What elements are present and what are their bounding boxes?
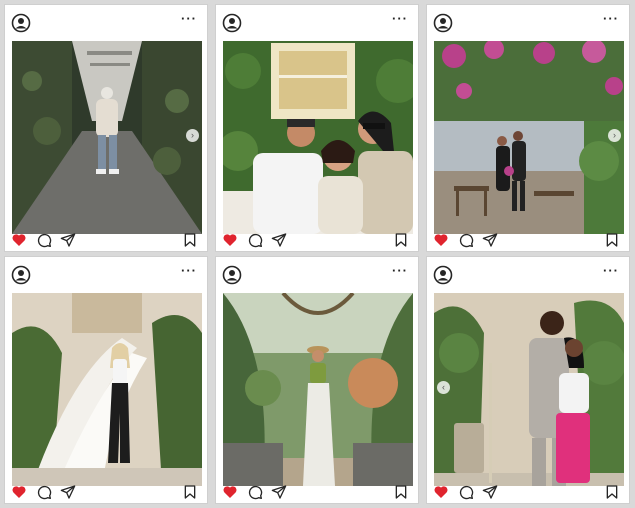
post-card-3: ··· › bbox=[426, 4, 630, 252]
next-image-button[interactable]: › bbox=[186, 129, 199, 142]
comment-bubble-icon[interactable] bbox=[458, 484, 474, 500]
comment-bubble-icon[interactable] bbox=[36, 484, 52, 500]
action-bar bbox=[216, 231, 418, 251]
heart-filled-icon[interactable] bbox=[222, 232, 238, 248]
bookmark-icon[interactable] bbox=[182, 484, 198, 500]
user-circle-icon[interactable] bbox=[11, 265, 31, 285]
bookmark-icon[interactable] bbox=[182, 232, 198, 248]
post-card-2: ··· bbox=[215, 4, 419, 252]
more-dots-icon[interactable]: ··· bbox=[181, 264, 197, 278]
more-dots-icon[interactable]: ··· bbox=[603, 12, 619, 26]
user-circle-icon[interactable] bbox=[222, 13, 242, 33]
user-circle-icon[interactable] bbox=[11, 13, 31, 33]
post-header: ··· bbox=[5, 5, 207, 41]
post-header: ··· bbox=[427, 257, 629, 293]
heart-filled-icon[interactable] bbox=[222, 484, 238, 500]
more-dots-icon[interactable]: ··· bbox=[603, 264, 619, 278]
comment-bubble-icon[interactable] bbox=[36, 232, 52, 248]
paper-plane-icon[interactable] bbox=[60, 232, 76, 248]
action-bar bbox=[427, 483, 629, 503]
action-bar bbox=[216, 483, 418, 503]
prev-image-button[interactable]: ‹ bbox=[437, 381, 450, 394]
action-bar bbox=[427, 231, 629, 251]
more-dots-icon[interactable]: ··· bbox=[392, 264, 408, 278]
bookmark-icon[interactable] bbox=[604, 484, 620, 500]
comment-bubble-icon[interactable] bbox=[247, 232, 263, 248]
paper-plane-icon[interactable] bbox=[60, 484, 76, 500]
heart-filled-icon[interactable] bbox=[11, 232, 27, 248]
post-photo[interactable]: › bbox=[434, 41, 624, 234]
user-circle-icon[interactable] bbox=[433, 13, 453, 33]
post-header: ··· bbox=[427, 5, 629, 41]
post-card-4: ··· bbox=[4, 256, 208, 504]
post-header: ··· bbox=[216, 257, 418, 293]
post-card-1: ··· › bbox=[4, 4, 208, 252]
bookmark-icon[interactable] bbox=[393, 484, 409, 500]
bookmark-icon[interactable] bbox=[393, 232, 409, 248]
more-dots-icon[interactable]: ··· bbox=[181, 12, 197, 26]
heart-filled-icon[interactable] bbox=[433, 484, 449, 500]
paper-plane-icon[interactable] bbox=[482, 232, 498, 248]
post-photo[interactable] bbox=[12, 293, 202, 486]
action-bar bbox=[5, 231, 207, 251]
user-circle-icon[interactable] bbox=[222, 265, 242, 285]
post-photo[interactable]: ‹ bbox=[434, 293, 624, 486]
user-circle-icon[interactable] bbox=[433, 265, 453, 285]
action-bar bbox=[5, 483, 207, 503]
heart-filled-icon[interactable] bbox=[11, 484, 27, 500]
heart-filled-icon[interactable] bbox=[433, 232, 449, 248]
paper-plane-icon[interactable] bbox=[271, 232, 287, 248]
post-photo[interactable]: › bbox=[12, 41, 202, 234]
post-card-6: ··· ‹ bbox=[426, 256, 630, 504]
post-header: ··· bbox=[5, 257, 207, 293]
paper-plane-icon[interactable] bbox=[482, 484, 498, 500]
next-image-button[interactable]: › bbox=[608, 129, 621, 142]
comment-bubble-icon[interactable] bbox=[247, 484, 263, 500]
post-photo[interactable] bbox=[223, 293, 413, 486]
post-header: ··· bbox=[216, 5, 418, 41]
bookmark-icon[interactable] bbox=[604, 232, 620, 248]
comment-bubble-icon[interactable] bbox=[458, 232, 474, 248]
post-card-5: ··· bbox=[215, 256, 419, 504]
more-dots-icon[interactable]: ··· bbox=[392, 12, 408, 26]
post-photo[interactable] bbox=[223, 41, 413, 234]
paper-plane-icon[interactable] bbox=[271, 484, 287, 500]
